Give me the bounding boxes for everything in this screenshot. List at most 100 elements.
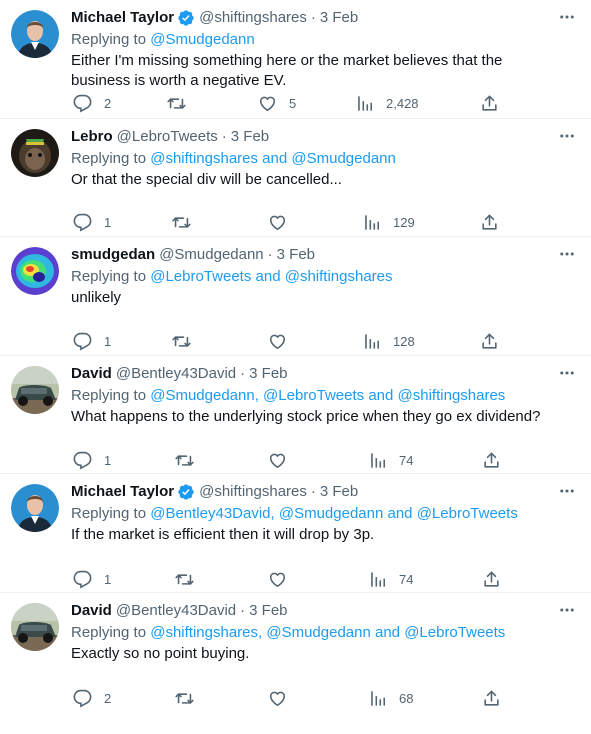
avatar[interactable] xyxy=(11,484,59,532)
and-separator: and xyxy=(262,149,288,167)
views-button[interactable]: 128 xyxy=(362,332,415,351)
replies-count: 1 xyxy=(104,572,112,587)
tweet[interactable]: David @Bentley43David · 3 Feb Replying t… xyxy=(0,593,591,712)
retweet-button[interactable] xyxy=(172,213,203,232)
replying-to-prefix: Replying to xyxy=(71,268,147,285)
avatar[interactable] xyxy=(11,10,59,58)
like-button[interactable] xyxy=(268,451,299,470)
display-name[interactable]: David xyxy=(71,601,112,621)
mention-link[interactable]: @Smudgedann xyxy=(150,387,254,404)
separator-dot: · xyxy=(240,364,246,382)
comma-separator: , xyxy=(254,386,259,404)
avatar[interactable] xyxy=(11,365,59,414)
tweet-text: Either I'm missing something here or the… xyxy=(71,52,503,89)
mention-link[interactable]: @Smudgedann xyxy=(150,31,254,48)
retweet-button[interactable] xyxy=(175,451,206,470)
share-button[interactable] xyxy=(480,213,499,232)
tweet[interactable]: Michael Taylor @shiftingshares · 3 Feb R… xyxy=(0,474,591,593)
like-button[interactable] xyxy=(268,332,299,351)
display-name[interactable]: Lebro xyxy=(71,127,113,147)
reply-icon xyxy=(73,451,92,470)
more-icon[interactable] xyxy=(555,364,579,382)
reply-button[interactable]: 1 xyxy=(73,332,111,351)
views-icon xyxy=(368,451,387,470)
mention-link[interactable]: @shiftingshares xyxy=(150,150,258,167)
share-button[interactable] xyxy=(482,570,501,589)
mention-link[interactable]: @LebroTweets xyxy=(263,387,364,404)
retweet-button[interactable] xyxy=(167,94,198,113)
mention-link[interactable]: @LebroTweets xyxy=(404,624,505,641)
avatar[interactable] xyxy=(11,128,59,177)
timestamp[interactable]: 3 Feb xyxy=(320,8,358,28)
tweet-text: Or that the special div will be cancelle… xyxy=(71,170,342,188)
mention-link[interactable]: @shiftingshares xyxy=(150,624,258,641)
mention-link[interactable]: @Bentley43David xyxy=(150,505,270,522)
like-button[interactable]: 5 xyxy=(258,94,296,113)
tweet[interactable]: Lebro @LebroTweets · 3 Feb Replying to @… xyxy=(0,119,591,237)
more-icon[interactable] xyxy=(555,482,579,500)
user-handle[interactable]: @Smudgedann xyxy=(159,245,263,265)
replies-count: 2 xyxy=(104,691,112,706)
timestamp[interactable]: 3 Feb xyxy=(231,127,269,147)
retweet-button[interactable] xyxy=(175,689,206,708)
mention-link[interactable]: @LebroTweets xyxy=(150,268,251,285)
reply-button[interactable]: 2 xyxy=(73,94,111,113)
more-icon[interactable] xyxy=(555,245,579,263)
like-icon xyxy=(268,213,287,232)
user-handle[interactable]: @Bentley43David xyxy=(116,364,236,384)
like-button[interactable] xyxy=(268,213,299,232)
mention-link[interactable]: @Smudgedann xyxy=(279,505,383,522)
user-handle[interactable]: @Bentley43David xyxy=(116,601,236,621)
verified-badge-icon xyxy=(177,9,195,27)
timestamp[interactable]: 3 Feb xyxy=(249,601,287,621)
retweet-button[interactable] xyxy=(175,570,206,589)
like-icon xyxy=(268,570,287,589)
more-icon[interactable] xyxy=(555,601,579,619)
views-icon xyxy=(355,94,374,113)
tweet-text: If the market is efficient then it will … xyxy=(71,526,375,543)
mention-link[interactable]: @LebroTweets xyxy=(417,505,518,522)
more-icon[interactable] xyxy=(555,8,579,26)
tweet[interactable]: David @Bentley43David · 3 Feb Replying t… xyxy=(0,356,591,474)
views-button[interactable]: 74 xyxy=(368,570,413,589)
tweet[interactable]: Michael Taylor @shiftingshares · 3 Feb R… xyxy=(0,0,591,119)
share-button[interactable] xyxy=(482,689,501,708)
reply-button[interactable]: 1 xyxy=(73,451,111,470)
user-handle[interactable]: @LebroTweets xyxy=(117,127,218,147)
avatar[interactable] xyxy=(11,602,59,651)
timestamp[interactable]: 3 Feb xyxy=(249,364,287,384)
user-handle[interactable]: @shiftingshares xyxy=(199,482,307,502)
share-button[interactable] xyxy=(480,332,499,351)
display-name[interactable]: Michael Taylor xyxy=(71,8,174,28)
separator-dot: · xyxy=(267,246,273,263)
display-name[interactable]: smudgedan xyxy=(71,245,155,265)
mention-link[interactable]: @Smudgedann xyxy=(291,150,395,167)
mention-link[interactable]: @Smudgedann xyxy=(266,624,370,641)
tweet[interactable]: smudgedan @Smudgedann · 3 Feb Replying t… xyxy=(0,237,591,356)
views-button[interactable]: 74 xyxy=(368,451,413,470)
timestamp[interactable]: 3 Feb xyxy=(320,482,358,502)
views-icon xyxy=(368,689,387,708)
views-button[interactable]: 129 xyxy=(362,213,415,232)
display-name[interactable]: David xyxy=(71,364,112,384)
reply-button[interactable]: 2 xyxy=(73,689,111,708)
retweet-icon xyxy=(175,570,194,589)
views-count: 2,428 xyxy=(386,96,419,111)
reply-button[interactable]: 1 xyxy=(73,213,111,232)
avatar[interactable] xyxy=(11,247,59,295)
timestamp[interactable]: 3 Feb xyxy=(277,245,315,265)
tweet-actions: 2 68 xyxy=(0,689,591,719)
like-button[interactable] xyxy=(268,689,299,708)
more-icon[interactable] xyxy=(555,127,579,145)
share-button[interactable] xyxy=(480,94,499,113)
like-button[interactable] xyxy=(268,570,299,589)
share-button[interactable] xyxy=(482,451,501,470)
views-button[interactable]: 68 xyxy=(368,689,413,708)
mention-link[interactable]: @shiftingshares xyxy=(285,268,393,285)
retweet-button[interactable] xyxy=(172,332,203,351)
reply-button[interactable]: 1 xyxy=(73,570,111,589)
user-handle[interactable]: @shiftingshares xyxy=(199,8,307,28)
mention-link[interactable]: @shiftingshares xyxy=(398,387,506,404)
views-button[interactable]: 2,428 xyxy=(355,94,419,113)
display-name[interactable]: Michael Taylor xyxy=(71,482,174,502)
